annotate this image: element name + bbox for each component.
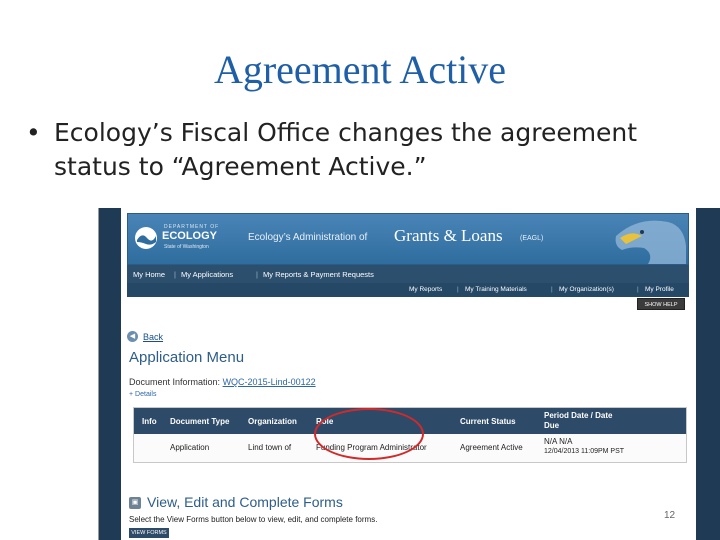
col-period-date: Period Date / Date Due xyxy=(544,411,613,430)
slide-title: Agreement Active xyxy=(213,47,507,92)
col-current-status: Current Status xyxy=(460,417,516,426)
primary-nav: My Home | My Applications | My Reports &… xyxy=(127,265,689,283)
forms-section-icon: ▣ xyxy=(129,497,141,509)
ecology-logo[interactable]: DEPARTMENT OF ECOLOGY State of Washingto… xyxy=(134,222,226,256)
eagle-icon xyxy=(615,220,686,264)
col-info: Info xyxy=(142,417,157,426)
nav-my-reports[interactable]: My Reports xyxy=(409,286,442,293)
forms-section-description: Select the View Forms button below to vi… xyxy=(129,515,378,524)
col-organization: Organization xyxy=(248,417,297,426)
page-title: Application Menu xyxy=(129,349,245,366)
cell-period: N/A N/A xyxy=(544,437,573,446)
details-toggle[interactable]: + Details xyxy=(129,391,156,398)
document-information: Document Information: WQC-2015-Lind-0012… xyxy=(129,377,316,387)
logo-state-text: State of Washington xyxy=(164,244,209,250)
banner-grants-text: Grants & Loans xyxy=(394,226,503,245)
banner-admin-text: Ecology’s Administration of xyxy=(248,232,368,243)
site-banner: DEPARTMENT OF ECOLOGY State of Washingto… xyxy=(127,213,689,265)
page-number: 12 xyxy=(664,510,676,521)
cell-document-type: Application xyxy=(170,443,210,452)
plus-icon: + xyxy=(129,391,134,398)
view-forms-button[interactable]: VIEW FORMS xyxy=(129,528,169,538)
logo-name-text: ECOLOGY xyxy=(162,230,218,242)
back-arrow-icon[interactable]: ◀ xyxy=(127,331,138,342)
bullet-symbol: • xyxy=(26,118,41,147)
forms-section-title: View, Edit and Complete Forms xyxy=(147,494,343,510)
document-id-link[interactable]: WQC-2015-Lind-00122 xyxy=(223,377,316,387)
details-label: Details xyxy=(135,391,157,398)
status-highlight-circle xyxy=(314,408,424,460)
ecology-logo-icon xyxy=(135,227,157,249)
nav-my-reports-payments[interactable]: My Reports & Payment Requests xyxy=(263,270,374,279)
document-info-label: Document Information: xyxy=(129,377,221,387)
cell-organization: Lind town of xyxy=(248,443,292,452)
bullet-text: Ecology’s Fiscal Office changes the agre… xyxy=(54,118,638,181)
cell-date-due: 12/04/2013 11:09PM PST xyxy=(544,448,625,455)
show-help-button[interactable]: SHOW HELP xyxy=(637,298,685,310)
nav-my-profile[interactable]: My Profile xyxy=(645,286,674,293)
nav-my-home[interactable]: My Home xyxy=(133,270,165,279)
screenshot-right-border xyxy=(696,208,720,540)
nav-my-applications[interactable]: My Applications xyxy=(181,270,233,279)
banner-eagl-text: (EAGL) xyxy=(520,235,544,242)
eagl-page: DEPARTMENT OF ECOLOGY State of Washingto… xyxy=(123,211,695,540)
col-document-type: Document Type xyxy=(170,417,230,426)
nav-my-organizations[interactable]: My Organization(s) xyxy=(559,286,614,293)
back-link[interactable]: Back xyxy=(143,332,163,342)
application-screenshot: DEPARTMENT OF ECOLOGY State of Washingto… xyxy=(98,208,720,540)
screenshot-left-border xyxy=(99,208,121,540)
cell-current-status: Agreement Active xyxy=(460,443,523,452)
nav-my-training[interactable]: My Training Materials xyxy=(465,286,527,293)
secondary-nav: My Reports | My Training Materials | My … xyxy=(127,283,689,297)
